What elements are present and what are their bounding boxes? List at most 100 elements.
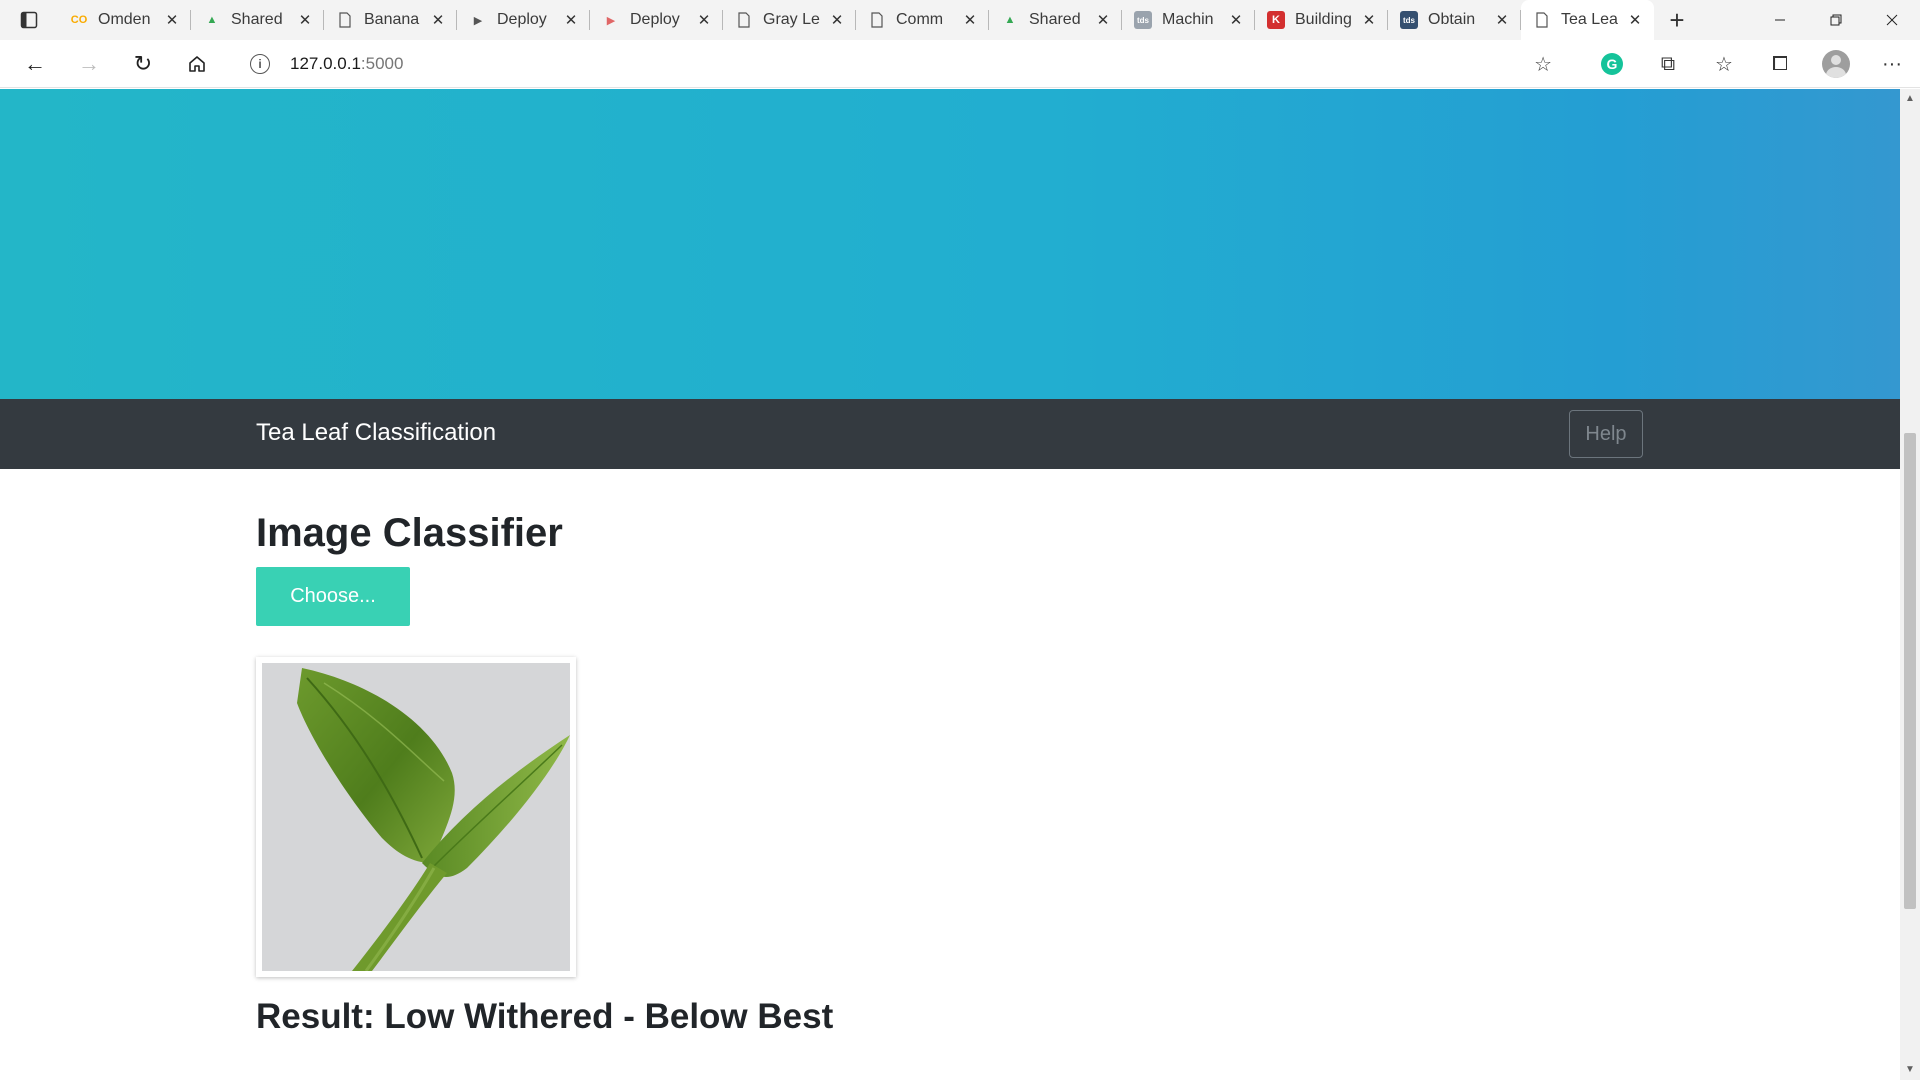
page-icon	[336, 11, 354, 29]
collections-button[interactable]: ⧠	[1752, 40, 1808, 88]
tab-close-icon[interactable]: ✕	[695, 11, 713, 29]
tab-close-icon[interactable]: ✕	[429, 11, 447, 29]
tab-close-icon[interactable]: ✕	[1094, 11, 1112, 29]
scroll-thumb[interactable]	[1904, 433, 1916, 909]
classification-result: Result: Low Withered - Below Best	[256, 997, 834, 1036]
refresh-icon: ↻	[133, 50, 153, 76]
scroll-down-icon[interactable]: ▼	[1904, 1064, 1916, 1076]
refresh-button[interactable]: ↻	[116, 40, 170, 88]
grammarly-button[interactable]: G	[1584, 40, 1640, 88]
tab-strip: CO Omden ✕ ▲ Shared ✕ Banana ✕ ▶ Deploy ✕ ▶ Deploy ✕ G…	[0, 0, 1920, 40]
tab-label: Obtain	[1428, 11, 1476, 28]
page-title: Image Classifier	[256, 511, 563, 555]
choose-file-button[interactable]: Choose...	[256, 567, 410, 626]
page-icon	[735, 11, 753, 29]
tds-icon: tds	[1400, 11, 1418, 29]
forward-button[interactable]: →	[62, 40, 116, 88]
tab-label: Comm	[896, 11, 944, 28]
tab[interactable]: K Building ✕	[1255, 0, 1388, 40]
tab-close-icon[interactable]: ✕	[163, 11, 181, 29]
profile-button[interactable]	[1808, 40, 1864, 88]
tab-close-icon[interactable]: ✕	[1626, 11, 1644, 29]
tab-label: Banana	[364, 11, 420, 28]
video-icon: ▶	[473, 14, 483, 27]
extensions-button[interactable]: ⧉	[1640, 40, 1696, 88]
tab[interactable]: ▲ Shared ✕	[989, 0, 1122, 40]
tab-label: Tea Lea	[1561, 11, 1618, 28]
tab-label: Machin	[1162, 11, 1214, 28]
tab-close-icon[interactable]: ✕	[296, 11, 314, 29]
browser-toolbar: ← → ↻ i 127.0.0.1 :5000 ☆ G ⧉ ☆ ⧠ ···	[0, 40, 1920, 88]
tab-actions-icon	[20, 11, 38, 29]
tab[interactable]: Gray Le ✕	[723, 0, 856, 40]
tab[interactable]: ▶ Deploy ✕	[457, 0, 590, 40]
address-port: :5000	[360, 54, 404, 73]
tab-label: Building	[1295, 11, 1352, 28]
add-favorite-icon[interactable]: ☆	[1534, 52, 1552, 77]
new-tab-button[interactable]: +	[1654, 0, 1700, 40]
minimize-icon	[1775, 19, 1785, 21]
close-icon	[1886, 14, 1898, 26]
scroll-up-icon[interactable]: ▲	[1904, 93, 1916, 105]
tab-close-icon[interactable]: ✕	[1360, 11, 1378, 29]
restore-button[interactable]	[1808, 0, 1864, 40]
tea-leaf-image	[262, 663, 570, 971]
tab-actions-button[interactable]	[0, 0, 58, 40]
navbar-brand[interactable]: Tea Leaf Classification	[256, 419, 496, 447]
youtube-icon: ▶	[606, 14, 616, 27]
tab-list: CO Omden ✕ ▲ Shared ✕ Banana ✕ ▶ Deploy ✕ ▶ Deploy ✕ G…	[58, 0, 1654, 40]
favorites-button[interactable]: ☆	[1696, 40, 1752, 88]
site-navbar: Tea Leaf Classification Help	[0, 399, 1900, 469]
image-preview	[256, 657, 576, 977]
puzzle-icon: ⧉	[1660, 52, 1676, 75]
minimize-button[interactable]	[1752, 0, 1808, 40]
tab[interactable]: tds Obtain ✕	[1388, 0, 1521, 40]
tab-label: Gray Le	[763, 11, 820, 28]
back-button[interactable]: ←	[8, 40, 62, 88]
kaggle-icon: K	[1267, 11, 1285, 29]
address-host: 127.0.0.1	[290, 54, 361, 73]
tab-label: Deploy	[630, 11, 680, 28]
avatar	[1822, 50, 1850, 78]
tds-icon: tds	[1134, 11, 1152, 29]
page-icon	[1533, 11, 1551, 29]
tab-active[interactable]: Tea Lea ✕	[1521, 0, 1654, 40]
google-drive-icon: ▲	[1004, 14, 1016, 26]
tab[interactable]: tds Machin ✕	[1122, 0, 1255, 40]
tab-close-icon[interactable]: ✕	[562, 11, 580, 29]
tab-label: Shared	[231, 11, 283, 28]
page-scrollbar[interactable]: ▲ ▼	[1900, 89, 1920, 1080]
home-button[interactable]	[170, 40, 224, 88]
help-button[interactable]: Help	[1569, 410, 1643, 458]
arrow-left-icon: ←	[24, 50, 46, 76]
page-icon	[868, 11, 886, 29]
tab-close-icon[interactable]: ✕	[1493, 11, 1511, 29]
colab-icon: CO	[70, 14, 88, 26]
tab-close-icon[interactable]: ✕	[828, 11, 846, 29]
settings-more-button[interactable]: ···	[1864, 40, 1920, 88]
tab[interactable]: ▶ Deploy ✕	[590, 0, 723, 40]
hero-banner	[0, 89, 1900, 399]
tab[interactable]: Comm ✕	[856, 0, 989, 40]
close-window-button[interactable]	[1864, 0, 1920, 40]
tab[interactable]: CO Omden ✕	[58, 0, 191, 40]
more-icon: ···	[1882, 52, 1902, 75]
arrow-right-icon: →	[78, 50, 100, 76]
tab[interactable]: Banana ✕	[324, 0, 457, 40]
tab-close-icon[interactable]: ✕	[1227, 11, 1245, 29]
tab-label: Shared	[1029, 11, 1081, 28]
page-viewport: Tea Leaf Classification Help Image Class…	[0, 89, 1900, 1080]
toolbar-extensions: G ⧉ ☆ ⧠ ···	[1584, 40, 1920, 88]
collections-icon: ⧠	[1772, 52, 1788, 75]
google-drive-icon: ▲	[206, 14, 218, 26]
tab[interactable]: ▲ Shared ✕	[191, 0, 324, 40]
restore-icon	[1830, 14, 1842, 26]
grammarly-icon: G	[1601, 53, 1623, 75]
tab-label: Deploy	[497, 11, 547, 28]
tab-close-icon[interactable]: ✕	[961, 11, 979, 29]
window-controls	[1752, 0, 1920, 40]
site-info-icon[interactable]: i	[250, 54, 270, 74]
tab-label: Omden	[98, 11, 151, 28]
favorites-icon: ☆	[1715, 53, 1733, 76]
address-bar[interactable]: i 127.0.0.1 :5000 ☆	[236, 45, 1564, 83]
